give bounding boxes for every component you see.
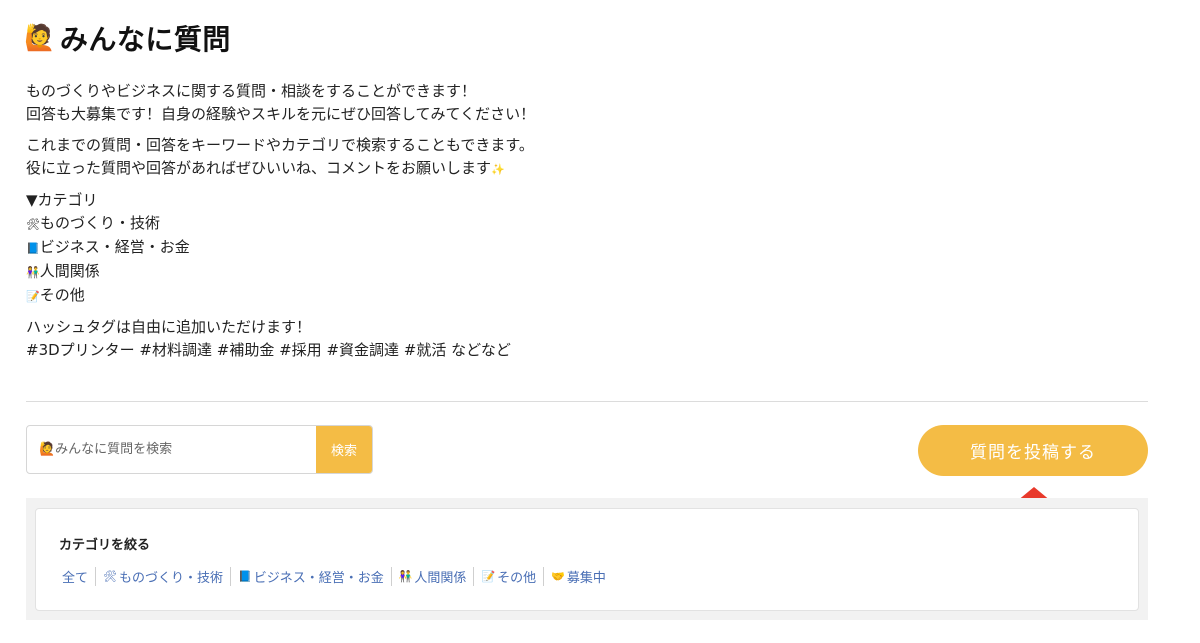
category-list-item: 🛠ものづくり・技術 (26, 212, 926, 236)
intro-category-list: ▼カテゴリ 🛠ものづくり・技術 📘ビジネス・経営・お金 👫人間関係 📝その他 (26, 189, 926, 308)
filter-link-label: ものづくり・技術 (118, 571, 223, 586)
filter-links: 全て 🛠 ものづくり・技術 📘 ビジネス・経営・お金 👫 人間関係 📝 その他 🤝 募集中 (56, 567, 613, 586)
people-icon: 👫 (26, 266, 40, 279)
filter-link-other[interactable]: 📝 その他 (473, 567, 543, 586)
filter-link-business[interactable]: 📘 ビジネス・経営・お金 (230, 567, 391, 586)
intro-paragraph-2: これまでの質問・回答をキーワードやカテゴリで検索することもできます。 役に立った… (26, 134, 926, 181)
memo-icon: 📝 (481, 570, 496, 583)
search-button[interactable]: 検索 (316, 426, 372, 473)
intro-text: ものづくりやビジネスに関する質問・相談をすることができます！ 回答も大募集です！… (26, 80, 926, 370)
intro-line: これまでの質問・回答をキーワードやカテゴリで検索することもできます。 (26, 134, 926, 157)
filter-link-label: 人間関係 (414, 571, 467, 586)
filter-heading: カテゴリを絞る (59, 538, 151, 553)
divider (26, 401, 1148, 402)
filter-link-label: 全て (62, 571, 89, 586)
intro-line: ものづくりやビジネスに関する質問・相談をすることができます！ (26, 82, 477, 100)
category-list-item: 📘ビジネス・経営・お金 (26, 236, 926, 260)
person-raising-hand-icon: 🙋 (24, 23, 56, 52)
search-input[interactable] (27, 426, 316, 473)
tools-icon: 🛠 (26, 218, 40, 231)
category-list-heading: ▼カテゴリ (26, 191, 98, 209)
book-icon: 📘 (26, 242, 40, 255)
handshake-icon: 🤝 (551, 570, 565, 583)
category-filter-card: カテゴリを絞る 全て 🛠 ものづくり・技術 📘 ビジネス・経営・お金 👫 人間関係 📝… (35, 508, 1139, 611)
intro-line: ハッシュタグは自由に追加いただけます！ (26, 318, 312, 336)
category-list-label: その他 (39, 286, 85, 304)
category-list-item: 👫人間関係 (26, 260, 926, 284)
intro-paragraph-1: ものづくりやビジネスに関する質問・相談をすることができます！ 回答も大募集です！… (26, 80, 926, 126)
intro-line: 回答も大募集です！自身の経験やスキルを元にぜひ回答してみてください！ (26, 105, 536, 123)
memo-icon: 📝 (26, 290, 40, 303)
filter-link-label: 募集中 (566, 571, 606, 586)
intro-line: 役に立った質問や回答があればぜひいいね、コメントをお願いします✨ (26, 157, 926, 181)
sparkles-icon: ✨ (491, 163, 505, 176)
post-question-button[interactable]: 質問を投稿する (918, 425, 1148, 476)
filter-link-relationships[interactable]: 👫 人間関係 (390, 567, 474, 586)
filter-link-label: ビジネス・経営・お金 (253, 571, 384, 586)
filter-link-all[interactable]: 全て (56, 567, 95, 586)
page-title: 🙋 みんなに質問 (24, 18, 231, 58)
category-list-item: 📝その他 (26, 284, 926, 308)
filter-link-recruiting[interactable]: 🤝 募集中 (543, 567, 613, 586)
intro-line-text: 役に立った質問や回答があればぜひいいね、コメントをお願いします (26, 159, 492, 177)
category-filter-area: カテゴリを絞る 全て 🛠 ものづくり・技術 📘 ビジネス・経営・お金 👫 人間関係 📝… (26, 498, 1148, 620)
people-icon: 👫 (398, 570, 413, 583)
hashtag-line: #3Dプリンター #材料調達 #補助金 #採用 #資金調達 #就活 などなど (26, 341, 511, 359)
category-list-label: 人間関係 (39, 262, 100, 280)
category-list-label: ものづくり・技術 (39, 214, 160, 232)
intro-paragraph-hashtags: ハッシュタグは自由に追加いただけます！ #3Dプリンター #材料調達 #補助金 … (26, 316, 926, 362)
tools-icon: 🛠 (103, 570, 117, 583)
search-box: 検索 (26, 425, 373, 474)
intro-line-text: これまでの質問・回答をキーワードやカテゴリで検索することもできます。 (26, 136, 534, 154)
filter-link-label: その他 (497, 571, 537, 586)
page-title-text: みんなに質問 (59, 23, 231, 56)
category-list-label: ビジネス・経営・お金 (39, 238, 190, 256)
book-icon: 📘 (238, 570, 252, 583)
filter-link-monozukuri[interactable]: 🛠 ものづくり・技術 (95, 567, 230, 586)
